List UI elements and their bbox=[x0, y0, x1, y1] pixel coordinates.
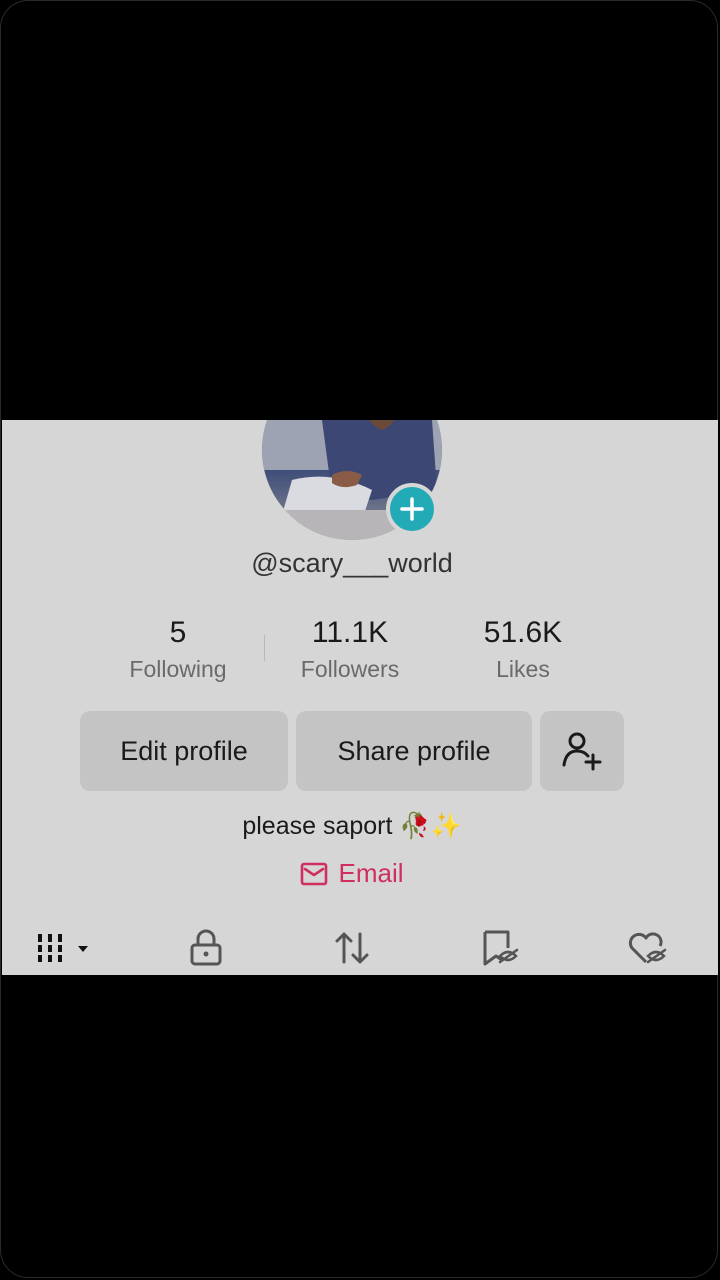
likes-count: 51.6K bbox=[483, 616, 563, 649]
stat-likes[interactable]: 51.6K Likes bbox=[438, 616, 608, 683]
repost-icon bbox=[335, 932, 369, 964]
stat-followers[interactable]: 11.1K Followers bbox=[265, 616, 435, 683]
share-profile-button[interactable]: Share profile bbox=[296, 711, 532, 791]
lock-icon bbox=[190, 929, 222, 966]
profile-panel: @scary___world 5 Following 11.1K Followe… bbox=[2, 420, 718, 975]
likes-label: Likes bbox=[496, 656, 550, 682]
profile-tabs bbox=[2, 920, 718, 975]
username: @scary___world bbox=[251, 548, 453, 578]
tab-videos[interactable] bbox=[36, 928, 94, 968]
plus-icon bbox=[400, 497, 424, 521]
bio-text: please saport 🥀✨ bbox=[242, 812, 462, 840]
email-label: Email bbox=[338, 858, 404, 888]
add-user-icon bbox=[562, 732, 602, 771]
grid-icon bbox=[36, 934, 88, 962]
tab-favorites[interactable] bbox=[480, 928, 520, 968]
email-link[interactable]: Email bbox=[2, 858, 702, 889]
tab-reposts[interactable] bbox=[332, 928, 372, 968]
tab-liked[interactable] bbox=[626, 928, 668, 968]
mail-icon bbox=[301, 862, 328, 885]
tab-private[interactable] bbox=[188, 928, 224, 968]
edit-profile-button[interactable]: Edit profile bbox=[80, 711, 288, 791]
followers-count: 11.1K bbox=[311, 616, 389, 649]
stat-following[interactable]: 5 Following bbox=[93, 616, 263, 683]
bookmark-hidden-icon bbox=[483, 930, 519, 966]
add-avatar-button[interactable] bbox=[386, 483, 438, 535]
followers-label: Followers bbox=[300, 656, 400, 682]
stat-divider bbox=[264, 635, 265, 661]
following-label: Following bbox=[129, 656, 227, 682]
following-count: 5 bbox=[169, 616, 187, 649]
add-friend-button[interactable] bbox=[540, 711, 624, 791]
heart-hidden-icon bbox=[628, 932, 667, 964]
